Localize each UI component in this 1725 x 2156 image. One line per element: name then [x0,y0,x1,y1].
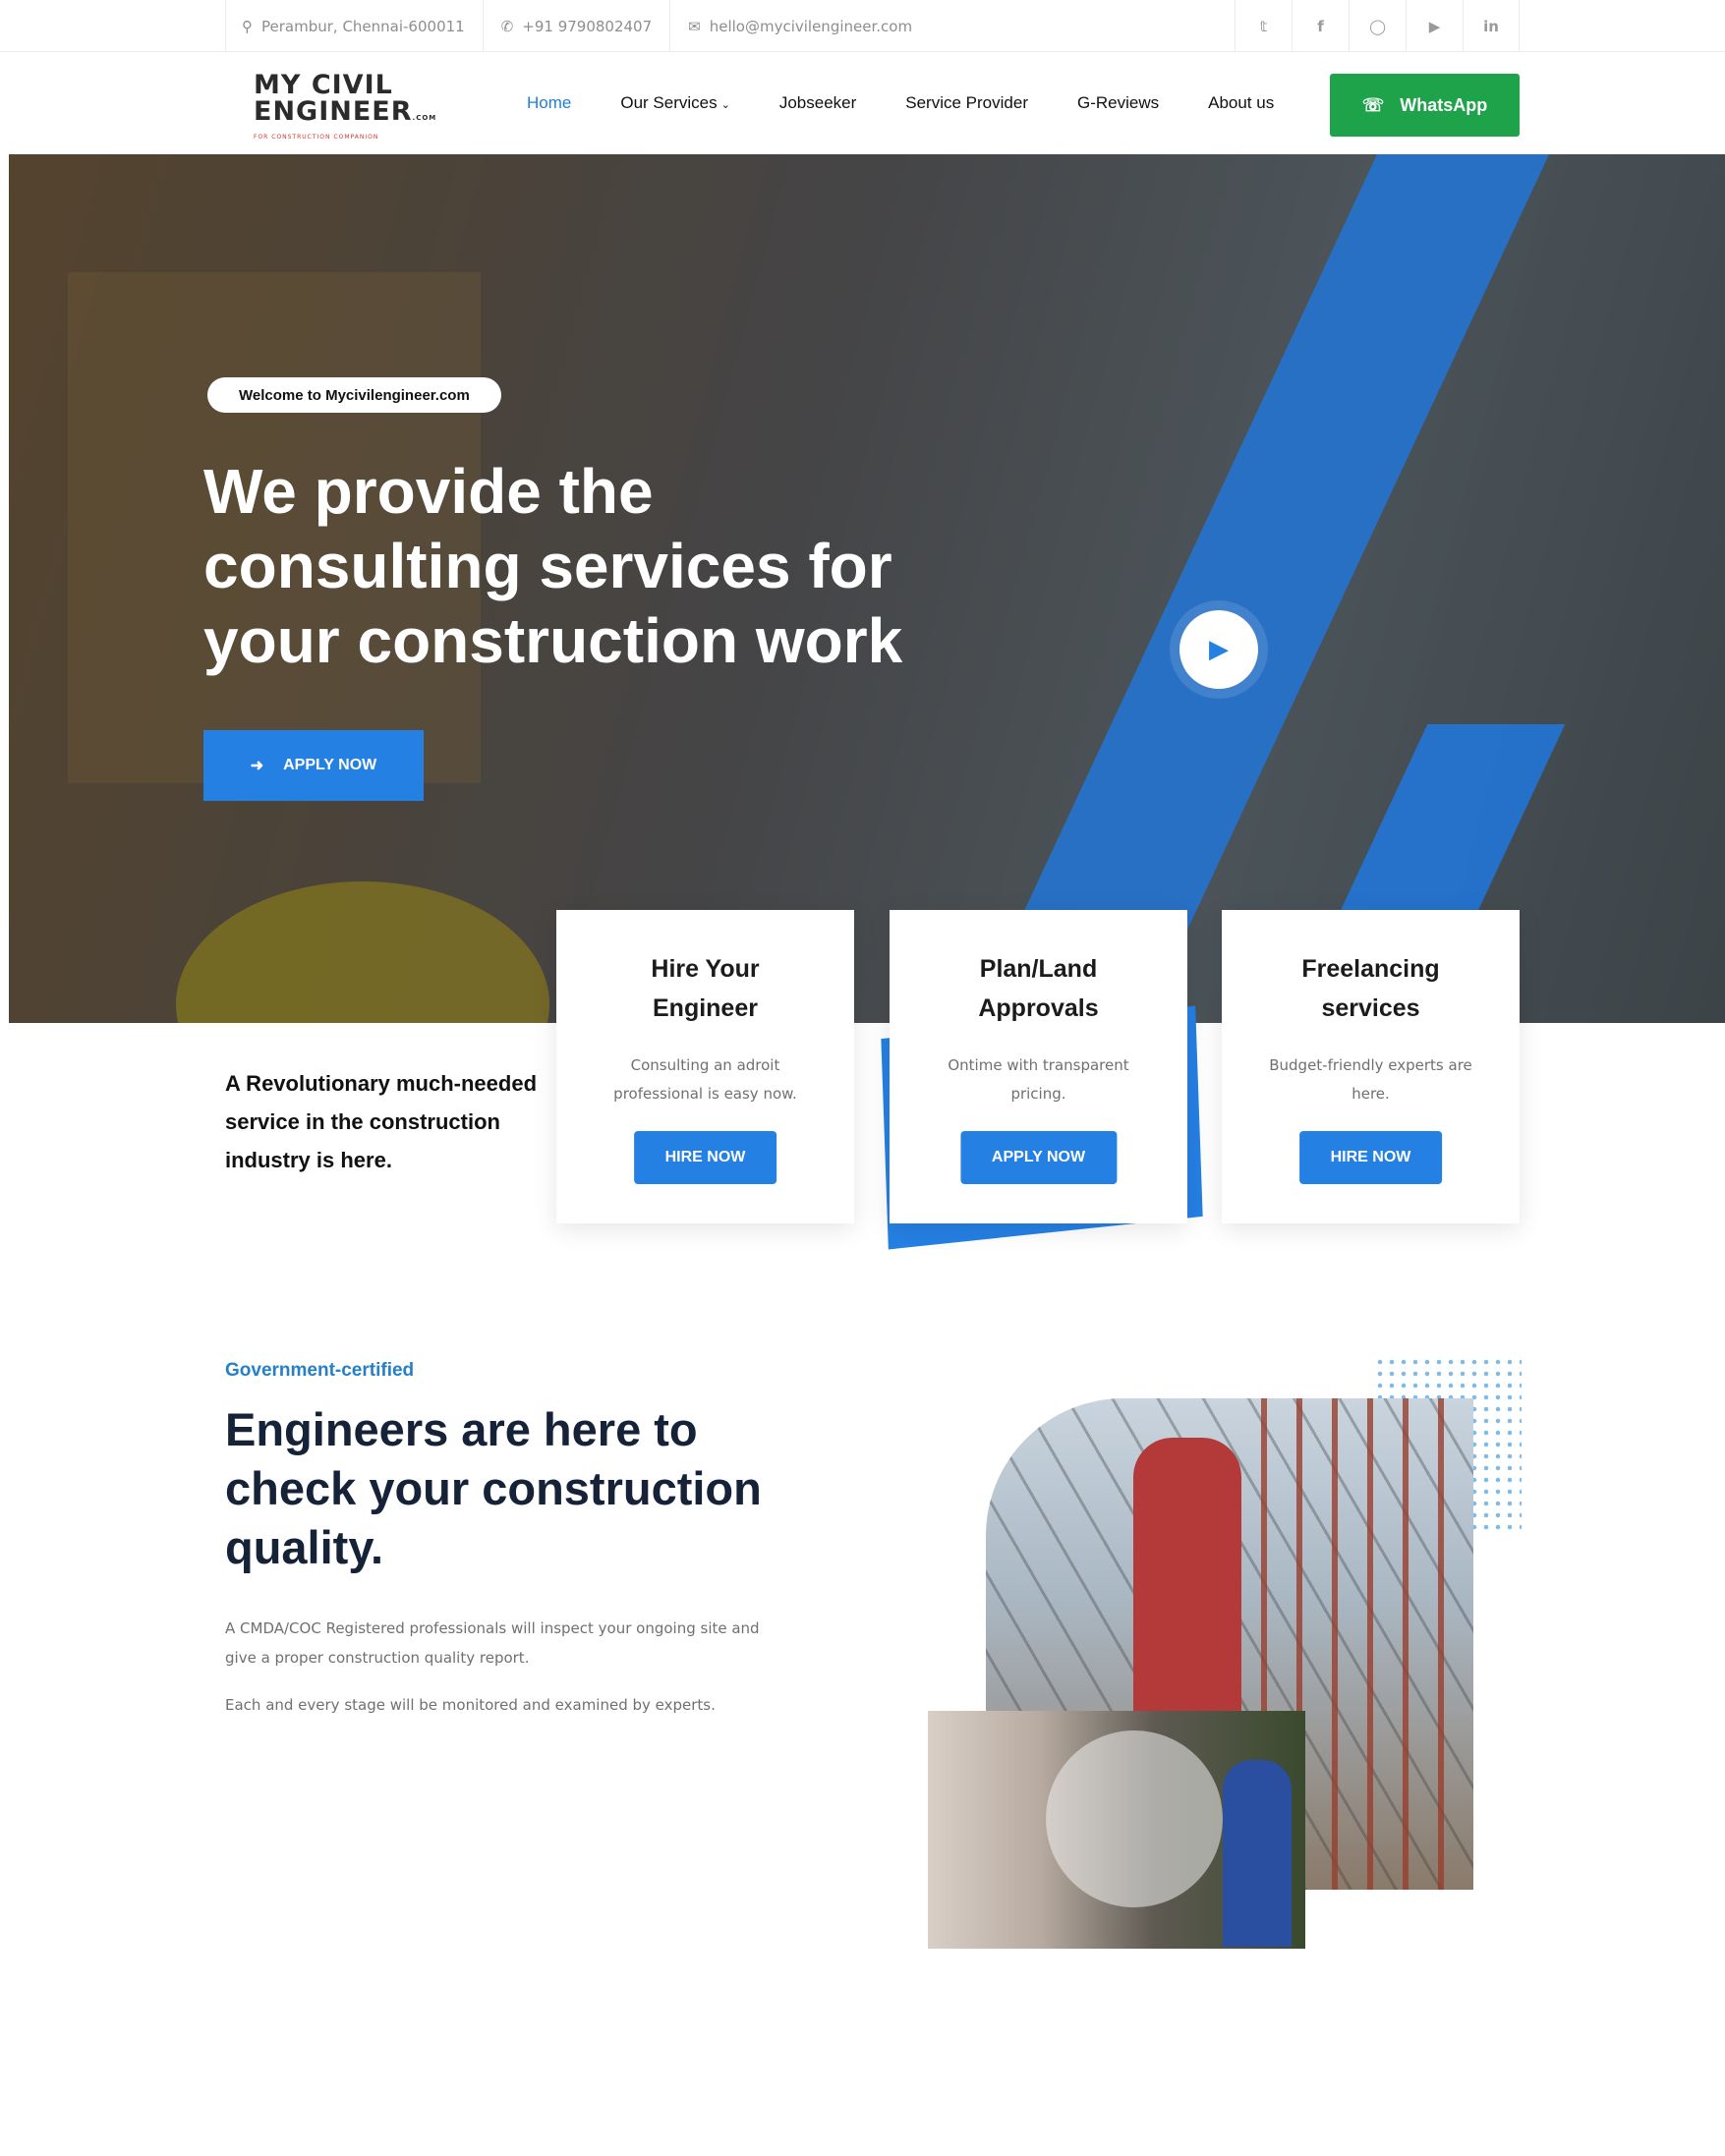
card-text: Consulting an adroit professional is eas… [613,1056,797,1103]
arrow-right-icon: ➜ [250,758,264,774]
linkedin-icon[interactable]: in [1463,0,1520,52]
hire-freelancer-button[interactable]: HIRE NOW [1298,1131,1443,1184]
top-bar: ⚲ Perambur, Chennai-600011 ✆ +91 9790802… [0,0,1725,52]
instagram-icon[interactable]: ◯ [1349,0,1406,52]
service-card: Hire Your Engineer Consulting an adroit … [556,910,854,1223]
logo-suffix: .COM [412,114,437,122]
service-card: Freelancing services Budget-friendly exp… [1222,910,1520,1223]
hero-banner: Welcome to Mycivilengineer.com We provid… [9,154,1725,1023]
whatsapp-button[interactable]: ☏ WhatsApp [1330,74,1520,137]
section-paragraph: A CMDA/COC Registered professionals will… [225,1619,760,1667]
nav-our-services-label: Our Services [620,93,718,112]
main-header: MY CIVIL ENGINEER.COM FOR CONSTRUCTION C… [0,52,1725,154]
map-pin-icon: ⚲ [242,17,253,35]
phone-info[interactable]: ✆ +91 9790802407 [482,0,669,52]
whatsapp-icon: ☏ [1361,94,1385,115]
nav-g-reviews[interactable]: G-Reviews [1077,93,1159,113]
youtube-icon[interactable]: ▶ [1406,0,1463,52]
whatsapp-label: WhatsApp [1400,94,1488,115]
hero-apply-button[interactable]: ➜ APPLY NOW [203,730,424,801]
card-text: Budget-friendly experts are here. [1269,1056,1472,1103]
email-info[interactable]: ✉ hello@mycivilengineer.com [669,0,930,52]
section-kicker: Government-certified [225,1360,415,1381]
service-card: Plan/Land Approvals Ontime with transpar… [890,910,1187,1223]
hire-engineer-button[interactable]: HIRE NOW [633,1131,777,1184]
nav-jobseeker[interactable]: Jobseeker [779,93,856,113]
phone-icon: ✆ [500,17,514,35]
hero-title: We provide the consulting services for y… [203,456,903,676]
twitter-icon[interactable]: 𝕥 [1235,0,1292,52]
main-nav: Home Our Services ⌄ Jobseeker Service Pro… [527,52,1323,154]
location-text: Perambur, Chennai-600011 [261,17,465,35]
nav-home[interactable]: Home [527,93,571,113]
play-video-button[interactable]: ▶ [1179,610,1258,689]
section-paragraph: Each and every stage will be monitored a… [225,1696,716,1714]
nav-service-provider[interactable]: Service Provider [905,93,1028,113]
phone-text[interactable]: +91 9790802407 [522,18,652,35]
cement-worker-photo [928,1711,1305,1949]
envelope-icon: ✉ [688,17,701,35]
welcome-pill: Welcome to Mycivilengineer.com [207,377,501,413]
logo-line2: ENGINEER [254,96,413,127]
apply-approvals-button[interactable]: APPLY NOW [959,1131,1118,1184]
logo-tagline: FOR CONSTRUCTION COMPANION [254,134,379,141]
intro-text: A Revolutionary much-needed service in t… [225,1071,538,1172]
card-text: Ontime with transparent pricing. [948,1056,1129,1103]
play-icon: ▶ [1209,635,1229,664]
chevron-down-icon: ⌄ [720,99,730,111]
email-text[interactable]: hello@mycivilengineer.com [710,18,912,35]
section-title: Engineers are here to check your constru… [225,1403,762,1573]
site-logo[interactable]: MY CIVIL ENGINEER.COM FOR CONSTRUCTION C… [254,72,435,141]
location-info: ⚲ Perambur, Chennai-600011 [225,0,483,52]
hero-apply-label: APPLY NOW [283,757,377,773]
facebook-icon[interactable]: f [1292,0,1349,52]
nav-about-us[interactable]: About us [1208,93,1274,113]
card-title: Freelancing services [1301,955,1440,1022]
nav-our-services[interactable]: Our Services ⌄ [620,93,729,113]
card-title: Plan/Land Approvals [978,955,1099,1022]
card-title: Hire Your Engineer [651,955,760,1022]
